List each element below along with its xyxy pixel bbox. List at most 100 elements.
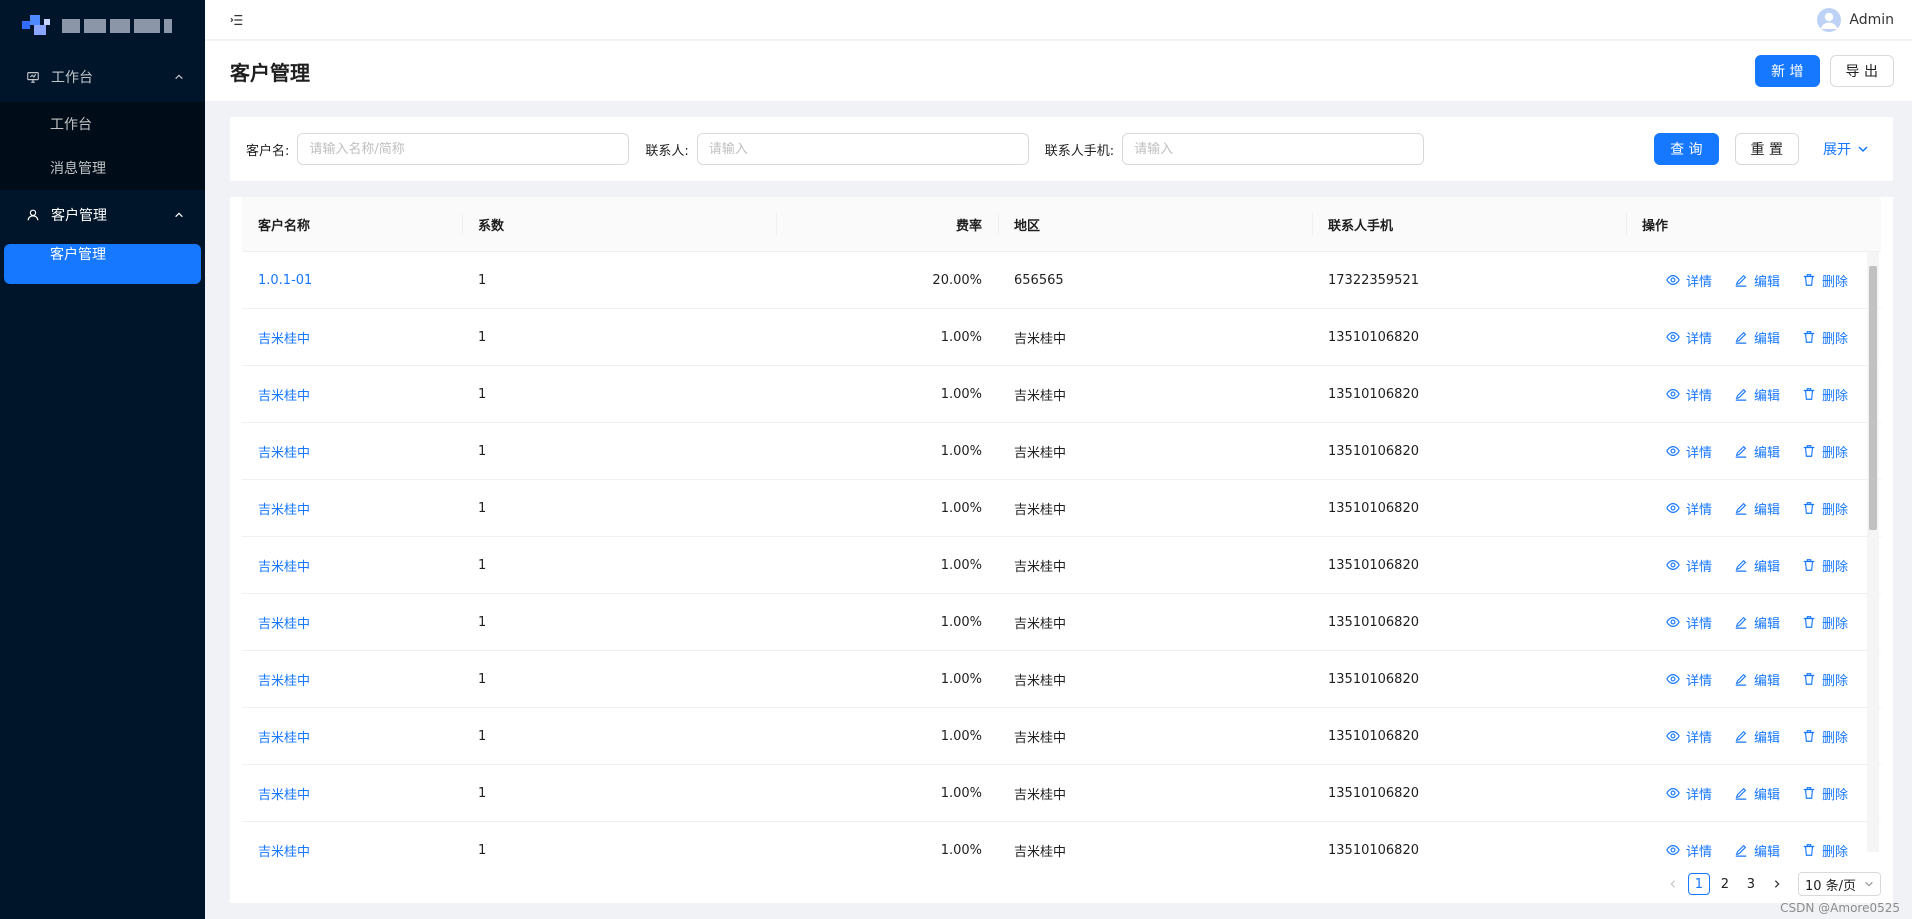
cell-region: 吉米桂中 — [1014, 730, 1067, 746]
add-button[interactable]: 新 增 — [1755, 55, 1820, 87]
page-size-select[interactable]: 10 条/页 — [1797, 872, 1881, 896]
prev-page-button[interactable] — [1662, 873, 1684, 895]
edit-button[interactable]: 编辑 — [1734, 841, 1780, 859]
edit-button[interactable]: 编辑 — [1734, 499, 1780, 518]
delete-button[interactable]: 删除 — [1802, 727, 1848, 746]
delete-button[interactable]: 删除 — [1802, 385, 1848, 404]
cell-actions: 详情 编辑 删除 — [1626, 537, 1881, 593]
detail-button[interactable]: 详情 — [1666, 385, 1712, 404]
edit-button[interactable]: 编辑 — [1734, 556, 1780, 575]
delete-button[interactable]: 删除 — [1802, 499, 1848, 518]
delete-button[interactable]: 删除 — [1802, 670, 1848, 689]
detail-button[interactable]: 详情 — [1666, 670, 1712, 689]
delete-label: 删除 — [1822, 331, 1849, 347]
contact-phone-input[interactable] — [1122, 133, 1425, 165]
delete-button[interactable]: 删除 — [1802, 784, 1848, 803]
query-button[interactable]: 查 询 — [1654, 133, 1719, 165]
customer-name-link[interactable]: 吉米桂中 — [258, 670, 310, 689]
sidebar-item-customer-management[interactable]: 客户管理 — [4, 244, 201, 284]
detail-button[interactable]: 详情 — [1666, 328, 1712, 347]
edit-button[interactable]: 编辑 — [1734, 613, 1780, 632]
detail-button[interactable]: 详情 — [1666, 727, 1712, 746]
customer-name-link[interactable]: 吉米桂中 — [258, 556, 310, 575]
customer-name-link[interactable]: 吉米桂中 — [258, 841, 310, 860]
watermark: CSDN @Amore0525 — [1780, 901, 1900, 915]
detail-button[interactable]: 详情 — [1666, 442, 1712, 461]
cell-actions: 详情 编辑 删除 — [1626, 822, 1881, 859]
cell-phone: 13510106820 — [1328, 614, 1419, 630]
cell-actions: 详情 编辑 删除 — [1626, 309, 1881, 365]
edit-label: 编辑 — [1754, 616, 1781, 632]
sidebar-item-workbench[interactable]: 工作台 — [0, 102, 205, 146]
table-scrollbar[interactable] — [1867, 252, 1879, 852]
next-page-button[interactable] — [1766, 873, 1788, 895]
trash-icon — [1802, 387, 1816, 401]
customer-name-link[interactable]: 1.0.1-01 — [258, 273, 312, 288]
edit-button[interactable]: 编辑 — [1734, 670, 1780, 689]
sidebar-item-messages[interactable]: 消息管理 — [0, 146, 205, 190]
page-2[interactable]: 2 — [1714, 873, 1736, 895]
cell-region: 吉米桂中 — [1014, 445, 1067, 461]
edit-button[interactable]: 编辑 — [1734, 727, 1780, 746]
customer-name-link[interactable]: 吉米桂中 — [258, 499, 310, 518]
detail-button[interactable]: 详情 — [1666, 556, 1712, 575]
customer-name-link[interactable]: 吉米桂中 — [258, 727, 310, 746]
cell-region: 吉米桂中 — [1014, 616, 1067, 632]
detail-button[interactable]: 详情 — [1666, 613, 1712, 632]
page-3[interactable]: 3 — [1740, 873, 1762, 895]
page-1[interactable]: 1 — [1687, 873, 1710, 895]
customer-name-link[interactable]: 吉米桂中 — [258, 613, 310, 632]
customer-name-link[interactable]: 吉米桂中 — [258, 442, 310, 461]
cell-phone: 13510106820 — [1328, 557, 1419, 573]
customer-table: 客户名称 系数 费率 地区 联系人手机 操作 1.0.1-01 1 20.00% 65… — [242, 197, 1881, 859]
cell-phone: 13510106820 — [1328, 443, 1419, 459]
cell-actions: 详情 编辑 删除 — [1626, 366, 1881, 422]
chevron-down-icon — [1865, 881, 1873, 887]
edit-button[interactable]: 编辑 — [1734, 784, 1780, 803]
expand-button[interactable]: 展开 — [1815, 133, 1877, 165]
cell-phone: 13510106820 — [1328, 329, 1419, 345]
column-header-coefficient: 系数 — [462, 197, 776, 251]
cell-coefficient: 1 — [478, 443, 487, 459]
cell-coefficient: 1 — [478, 671, 487, 687]
cell-coefficient: 1 — [478, 386, 487, 402]
cell-name: 吉米桂中 — [242, 480, 462, 536]
delete-button[interactable]: 删除 — [1802, 556, 1848, 575]
edit-button[interactable]: 编辑 — [1734, 328, 1780, 347]
detail-button[interactable]: 详情 — [1666, 271, 1712, 290]
detail-button[interactable]: 详情 — [1666, 841, 1712, 859]
detail-button[interactable]: 详情 — [1666, 499, 1712, 518]
sidebar-group-workbench[interactable]: 工作台 — [0, 52, 205, 102]
sidebar-group-customers[interactable]: 客户管理 — [0, 190, 205, 240]
edit-button[interactable]: 编辑 — [1734, 271, 1780, 290]
detail-button[interactable]: 详情 — [1666, 784, 1712, 803]
edit-icon — [1734, 387, 1748, 401]
cell-name: 吉米桂中 — [242, 366, 462, 422]
menu-fold-icon[interactable] — [229, 12, 245, 28]
column-header-region: 地区 — [998, 197, 1312, 251]
edit-icon — [1734, 615, 1748, 629]
customer-name-link[interactable]: 吉米桂中 — [258, 385, 310, 404]
delete-button[interactable]: 删除 — [1802, 841, 1848, 859]
customer-name-link[interactable]: 吉米桂中 — [258, 784, 310, 803]
customer-name-link[interactable]: 吉米桂中 — [258, 328, 310, 347]
customer-name-input[interactable] — [297, 133, 630, 165]
logo — [0, 0, 205, 52]
edit-button[interactable]: 编辑 — [1734, 385, 1780, 404]
cell-coefficient: 1 — [478, 842, 487, 858]
contact-input[interactable] — [696, 133, 1029, 165]
expand-label: 展开 — [1823, 142, 1851, 158]
user-menu[interactable]: Admin — [1817, 7, 1894, 32]
delete-button[interactable]: 删除 — [1802, 271, 1848, 290]
cell-rate: 1.00% — [940, 671, 982, 687]
edit-button[interactable]: 编辑 — [1734, 442, 1780, 461]
table-row: 1.0.1-01 1 20.00% 656565 17322359521 详情 编辑 删除 — [242, 252, 1881, 309]
edit-icon — [1734, 729, 1748, 743]
scrollbar-thumb[interactable] — [1869, 266, 1877, 530]
cell-name: 吉米桂中 — [242, 537, 462, 593]
reset-button[interactable]: 重 置 — [1734, 133, 1799, 165]
delete-button[interactable]: 删除 — [1802, 613, 1848, 632]
export-button[interactable]: 导 出 — [1829, 55, 1894, 87]
delete-button[interactable]: 删除 — [1802, 442, 1848, 461]
delete-button[interactable]: 删除 — [1802, 328, 1848, 347]
